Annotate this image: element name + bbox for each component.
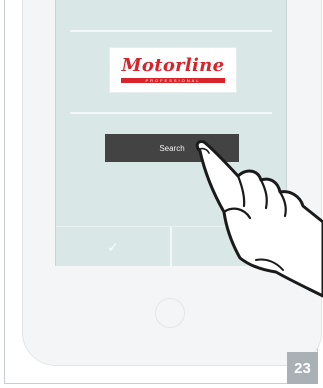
confirm-button[interactable]: ✓ [56, 227, 170, 267]
motorline-logo: Motorline PROFESSIONAL [109, 47, 237, 93]
secondary-action-button[interactable] [172, 227, 286, 267]
divider-bottom [70, 112, 272, 114]
logo-wordmark: Motorline [121, 55, 225, 76]
bottom-action-bar: ✓ [56, 226, 286, 267]
home-button[interactable] [155, 298, 185, 328]
app-screen: Motorline PROFESSIONAL Search ✓ [55, 0, 287, 267]
search-button[interactable]: Search [105, 134, 239, 162]
checkmark-icon: ✓ [107, 238, 119, 255]
page-number-badge: 23 [287, 352, 318, 384]
divider-top [70, 30, 272, 32]
logo-tagline: PROFESSIONAL [121, 78, 225, 83]
